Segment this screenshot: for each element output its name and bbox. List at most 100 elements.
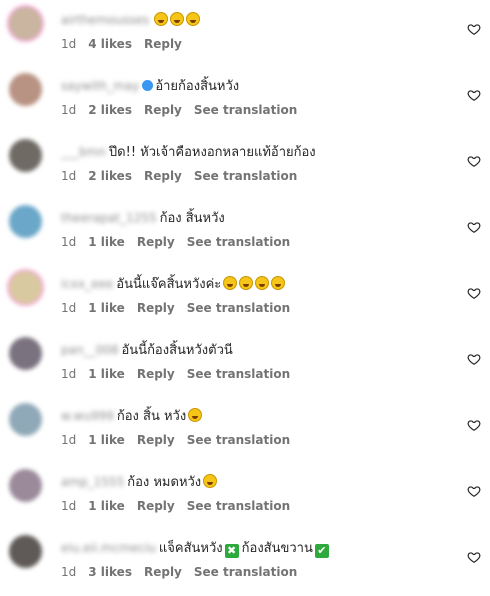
comment-item: w.wu999 ก้อง สิ้น หวัง 1d 1 like Reply See tr… bbox=[0, 396, 490, 462]
timestamp: 1d bbox=[61, 37, 77, 51]
comment-body: w.wu999 ก้อง สิ้น หวัง bbox=[61, 407, 203, 426]
username-link[interactable]: amp_1555 bbox=[61, 475, 124, 489]
verified-badge-icon bbox=[142, 80, 154, 91]
username-link[interactable]: airthemousses bbox=[61, 13, 149, 27]
laughing-emoji-icon bbox=[186, 12, 201, 26]
reply-button[interactable]: Reply bbox=[137, 499, 175, 513]
comment-item: theerapat_1255 ก้อง สิ้นหวัง 1d 1 like Reply… bbox=[0, 198, 490, 264]
comment-meta: 1d 2 likes Reply See translation bbox=[61, 168, 309, 184]
avatar[interactable] bbox=[9, 337, 42, 370]
comment-meta: 1d 1 like Reply See translation bbox=[61, 498, 302, 514]
comment-item: airthemousses 1d 4 likes Reply bbox=[0, 0, 490, 66]
timestamp: 1d bbox=[61, 367, 77, 381]
comment-body: theerapat_1255 ก้อง สิ้นหวัง bbox=[61, 209, 225, 228]
laughing-emoji-icon bbox=[271, 276, 286, 290]
likes-count[interactable]: 3 likes bbox=[88, 565, 132, 579]
comment-text: อันนี้แจ๊คสิ้นหวังค่ะ bbox=[116, 277, 222, 292]
timestamp: 1d bbox=[61, 169, 77, 183]
reply-button[interactable]: Reply bbox=[137, 235, 175, 249]
reply-button[interactable]: Reply bbox=[144, 169, 182, 183]
laughing-emoji-icon bbox=[223, 276, 238, 290]
likes-count[interactable]: 1 like bbox=[88, 235, 125, 249]
timestamp: 1d bbox=[61, 565, 77, 579]
see-translation-button[interactable]: See translation bbox=[187, 367, 290, 381]
comment-meta: 1d 1 like Reply See translation bbox=[61, 234, 302, 250]
heart-outline-icon[interactable] bbox=[467, 550, 481, 564]
timestamp: 1d bbox=[61, 433, 77, 447]
heart-outline-icon[interactable] bbox=[467, 352, 481, 366]
comment-meta: 1d 1 like Reply See translation bbox=[61, 432, 302, 448]
heart-outline-icon[interactable] bbox=[467, 286, 481, 300]
comment-text: แจ็คสันหวัง bbox=[158, 541, 223, 556]
likes-count[interactable]: 2 likes bbox=[88, 169, 132, 183]
see-translation-button[interactable]: See translation bbox=[194, 103, 297, 117]
likes-count[interactable]: 2 likes bbox=[88, 103, 132, 117]
comment-body: ___bmn ปึด!! หัวเจ้าคือหงอกหลายแท้อ้ายก้อ… bbox=[61, 143, 316, 162]
reply-button[interactable]: Reply bbox=[137, 301, 175, 315]
laughing-emoji-icon bbox=[203, 474, 218, 488]
username-link[interactable]: eiu.eii.mcmeciu bbox=[61, 541, 156, 555]
username-link[interactable]: saywith_may bbox=[61, 79, 139, 93]
username-link[interactable]: theerapat_1255 bbox=[61, 211, 157, 225]
comment-body: icxx_eee อันนี้แจ๊คสิ้นหวังค่ะ bbox=[61, 275, 286, 294]
reply-button[interactable]: Reply bbox=[144, 37, 182, 51]
username-link[interactable]: icxx_eee bbox=[61, 277, 113, 291]
avatar[interactable] bbox=[9, 535, 42, 568]
cross-mark-icon: ✖ bbox=[224, 544, 239, 558]
comment-text: ก้อง สิ้นหวัง bbox=[159, 211, 225, 226]
comment-meta: 1d 4 likes Reply bbox=[61, 36, 194, 52]
avatar[interactable] bbox=[9, 403, 42, 436]
comment-body: amp_1555 ก้อง หมดหวัง bbox=[61, 473, 218, 492]
heart-outline-icon[interactable] bbox=[467, 88, 481, 102]
comment-body: eiu.eii.mcmeciu แจ็คสันหวัง ✖ ก้องสันขวาน ✔ bbox=[61, 539, 332, 558]
heart-outline-icon[interactable] bbox=[467, 22, 481, 36]
comment-text: อ้ายก้องสิ้นหวัง bbox=[155, 79, 240, 94]
comment-meta: 1d 1 like Reply See translation bbox=[61, 300, 302, 316]
comment-body: airthemousses bbox=[61, 11, 201, 30]
comment-body: pan__008 อันนี้ก้องสิ้นหวังตัวนี bbox=[61, 341, 233, 360]
likes-count[interactable]: 1 like bbox=[88, 367, 125, 381]
see-translation-button[interactable]: See translation bbox=[187, 499, 290, 513]
username-link[interactable]: w.wu999 bbox=[61, 409, 114, 423]
see-translation-button[interactable]: See translation bbox=[187, 301, 290, 315]
avatar[interactable] bbox=[9, 7, 42, 40]
heart-outline-icon[interactable] bbox=[467, 484, 481, 498]
check-mark-icon: ✔ bbox=[314, 544, 329, 558]
likes-count[interactable]: 4 likes bbox=[88, 37, 132, 51]
timestamp: 1d bbox=[61, 235, 77, 249]
username-link[interactable]: pan__008 bbox=[61, 343, 118, 357]
reply-button[interactable]: Reply bbox=[144, 565, 182, 579]
avatar[interactable] bbox=[9, 139, 42, 172]
comment-text: ก้อง หมดหวัง bbox=[127, 475, 202, 490]
comment-item: eiu.eii.mcmeciu แจ็คสันหวัง ✖ ก้องสันขวาน ✔ 1… bbox=[0, 528, 490, 594]
comment-item: amp_1555 ก้อง หมดหวัง 1d 1 like Reply See tra… bbox=[0, 462, 490, 528]
avatar[interactable] bbox=[9, 469, 42, 502]
laughing-emoji-icon bbox=[170, 12, 185, 26]
likes-count[interactable]: 1 like bbox=[88, 499, 125, 513]
reply-button[interactable]: Reply bbox=[144, 103, 182, 117]
see-translation-button[interactable]: See translation bbox=[187, 235, 290, 249]
comment-item: ___bmn ปึด!! หัวเจ้าคือหงอกหลายแท้อ้ายก้อ… bbox=[0, 132, 490, 198]
comment-text: อันนี้ก้องสิ้นหวังตัวนี bbox=[121, 343, 233, 358]
comment-text: ก้องสันขวาน bbox=[241, 541, 313, 556]
comment-item: icxx_eee อันนี้แจ๊คสิ้นหวังค่ะ 1d 1 like Rep… bbox=[0, 264, 490, 330]
likes-count[interactable]: 1 like bbox=[88, 433, 125, 447]
laughing-emoji-icon bbox=[255, 276, 270, 290]
laughing-emoji-icon bbox=[188, 408, 203, 422]
heart-outline-icon[interactable] bbox=[467, 154, 481, 168]
see-translation-button[interactable]: See translation bbox=[194, 565, 297, 579]
likes-count[interactable]: 1 like bbox=[88, 301, 125, 315]
comment-body: saywith_may อ้ายก้องสิ้นหวัง bbox=[61, 77, 239, 96]
reply-button[interactable]: Reply bbox=[137, 433, 175, 447]
avatar[interactable] bbox=[9, 205, 42, 238]
see-translation-button[interactable]: See translation bbox=[187, 433, 290, 447]
heart-outline-icon[interactable] bbox=[467, 418, 481, 432]
avatar[interactable] bbox=[9, 271, 42, 304]
timestamp: 1d bbox=[61, 301, 77, 315]
heart-outline-icon[interactable] bbox=[467, 220, 481, 234]
reply-button[interactable]: Reply bbox=[137, 367, 175, 381]
see-translation-button[interactable]: See translation bbox=[194, 169, 297, 183]
username-link[interactable]: ___bmn bbox=[61, 145, 106, 159]
avatar[interactable] bbox=[9, 73, 42, 106]
timestamp: 1d bbox=[61, 499, 77, 513]
